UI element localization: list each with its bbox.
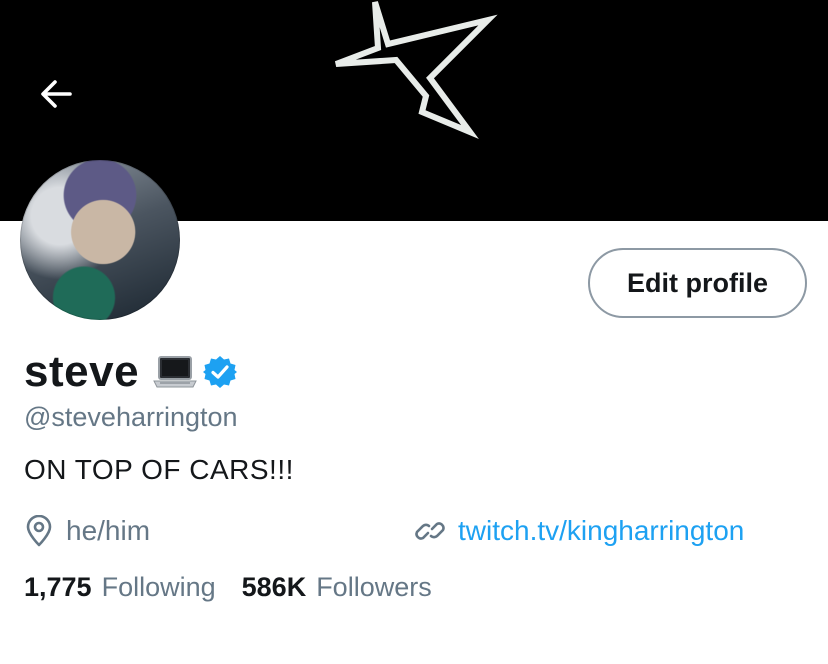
star-outline-icon [334,1,498,139]
edit-profile-button[interactable]: Edit profile [588,248,807,318]
profile-stats: 1,775 Following 586K Followers [24,572,458,603]
display-name: steve [24,347,140,396]
link-icon [415,522,445,540]
website-link[interactable]: twitch.tv/kingharrington [414,512,744,550]
laptop-emoji-icon [153,356,197,388]
back-button[interactable] [34,72,78,116]
following-label: Following [101,572,216,602]
verified-badge-icon [203,356,238,388]
following-count: 1,775 [24,572,92,602]
website-text[interactable]: twitch.tv/kingharrington [458,515,744,547]
location-item: he/him [24,512,150,550]
location-pin-icon [26,515,52,547]
following-stat[interactable]: 1,775 Following [24,572,216,603]
profile-bio: ON TOP OF CARS!!! [24,454,294,485]
followers-stat[interactable]: 586K Followers [242,572,432,603]
arrow-left-icon [41,80,72,108]
profile-handle: @steveharrington [24,402,238,432]
followers-count: 586K [241,572,307,602]
location-text: he/him [66,515,151,546]
avatar[interactable] [20,160,180,320]
followers-label: Followers [316,572,432,602]
name-row: steve [24,346,238,398]
